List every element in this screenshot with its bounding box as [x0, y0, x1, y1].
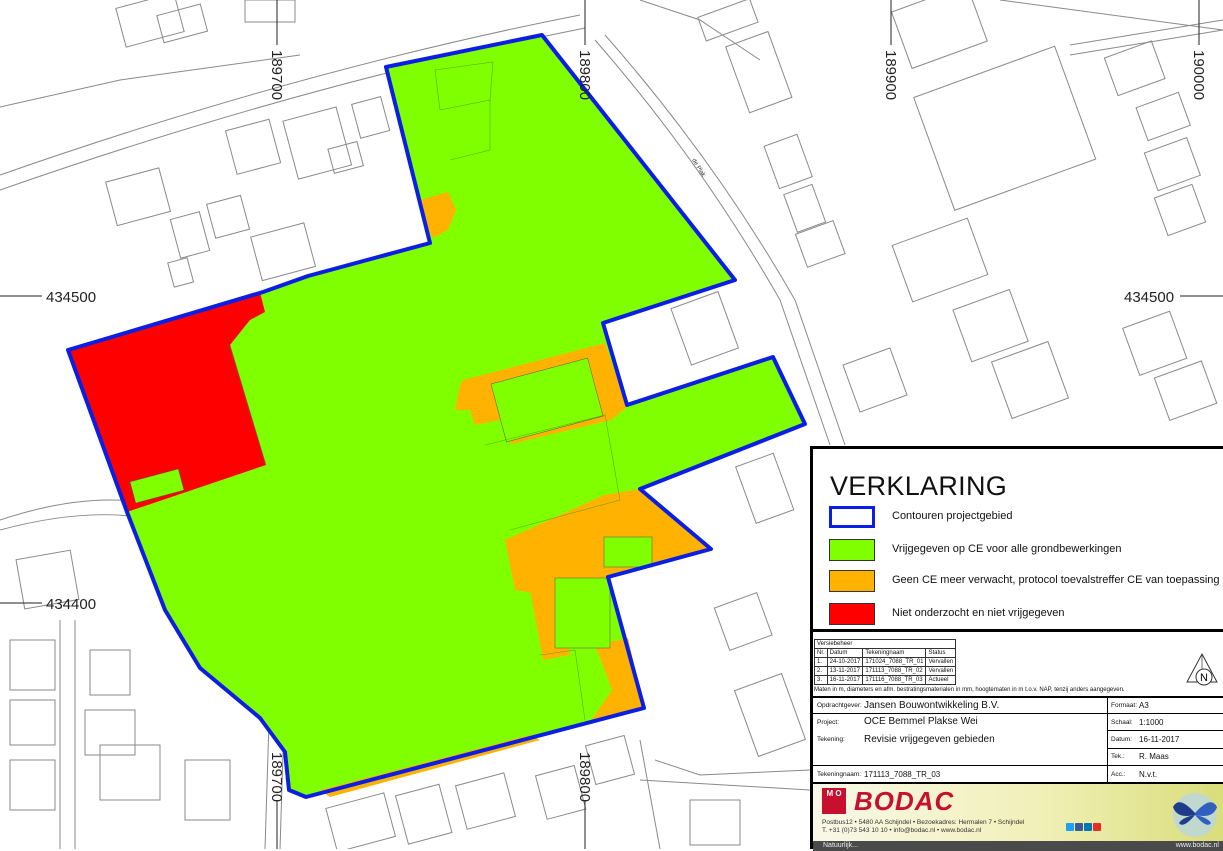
grid-label-x-189900-top: 189900: [882, 50, 899, 100]
version-cell: 171116_7088_TR_03: [862, 675, 927, 685]
legend-label: Niet onderzocht en niet vrijgegeven: [892, 607, 1065, 619]
facebook-icon[interactable]: [1075, 823, 1083, 831]
version-row: 1. 24-10-2017 171024_7088_TR_01 Vervalle…: [814, 657, 957, 667]
grid-label-x-189700-bottom: 189700: [268, 752, 285, 802]
version-cell: 3.: [814, 675, 828, 685]
company-banner: M O BODAC Postbus12 • 5480 AA Schijndel …: [813, 782, 1223, 851]
street-label: de Plak: [690, 158, 706, 179]
social-links: [1066, 823, 1102, 833]
bodac-logo-icon: M O: [822, 788, 846, 814]
drawing-info: Opdrachtgever: Jansen Bouwontwikkeling B…: [813, 696, 1223, 784]
version-cell: Vervallen: [925, 666, 957, 676]
grid-label-y-434400-left: 434400: [46, 596, 96, 613]
tek-label: Tek.:: [1111, 753, 1125, 760]
survey-areas: [68, 35, 805, 797]
grid-label-x-189700-top: 189700: [268, 50, 285, 100]
schaal-value: 1:1000: [1139, 718, 1164, 727]
formaat-value: A3: [1139, 701, 1149, 710]
version-cell: Actueel: [925, 675, 957, 685]
legend-swatch-green: [829, 539, 875, 561]
version-cell: 171113_7088_TR_02: [862, 666, 927, 676]
version-col-header: Status: [925, 648, 957, 658]
dimension-note: Maten in m, diameters en afm. bestrating…: [814, 687, 1125, 693]
version-cell: 16-11-2017: [826, 675, 864, 685]
grid-label-y-434500-right: 434500: [1124, 289, 1174, 306]
acc-label: Acc.:: [1111, 771, 1126, 778]
tekeningnaam-label: Tekeningnaam:: [817, 771, 862, 778]
company-address: Postbus12 • 5480 AA Schijndel • Bezoekad…: [822, 819, 1025, 826]
version-cell: 171024_7088_TR_01: [862, 657, 927, 667]
title-block: Versiebeheer Nr. Datum Tekeningnaam Stat…: [810, 632, 1223, 851]
version-row: 3. 16-11-2017 171116_7088_TR_03 Actueel: [814, 675, 957, 685]
acc-value: N.v.t.: [1139, 770, 1158, 779]
datum-label: Datum:: [1111, 736, 1132, 743]
legend-label: Vrijgegeven op CE voor alle grondbewerki…: [892, 543, 1122, 555]
legend-swatch-boundary: [829, 506, 875, 528]
grid-label-x-190000-top: 190000: [1190, 50, 1207, 100]
version-cell: 13-11-2017: [826, 666, 864, 676]
project-label: Project:: [817, 719, 840, 726]
formaat-label: Formaat:: [1111, 702, 1138, 709]
opdrachtgever-label: Opdrachtgever:: [817, 702, 862, 709]
youtube-icon[interactable]: [1093, 823, 1101, 831]
legend-label: Geen CE meer verwacht, protocol toevalst…: [892, 574, 1220, 586]
legend-swatch-red: [829, 603, 875, 625]
version-table: Versiebeheer Nr. Datum Tekeningnaam Stat…: [813, 639, 957, 685]
opdrachtgever-value: Jansen Bouwontwikkeling B.V.: [864, 700, 1000, 711]
company-website-link[interactable]: www.bodac.nl: [1176, 842, 1219, 849]
version-col-header: Tekeningnaam: [862, 648, 927, 658]
version-cell: 1.: [814, 657, 828, 667]
project-value: OCE Bemmel Plakse Wei: [864, 716, 978, 727]
grid-label-x-189800-bottom: 189800: [576, 752, 593, 802]
datum-value: 16-11-2017: [1139, 735, 1180, 744]
butterfly-icon: [1173, 793, 1217, 837]
legend-label: Contouren projectgebied: [892, 510, 1013, 522]
linkedin-icon[interactable]: [1084, 823, 1092, 831]
twitter-icon[interactable]: [1066, 823, 1074, 831]
version-cell: 2.: [814, 666, 828, 676]
version-col-header: Nr.: [814, 648, 828, 658]
version-col-header: Datum: [826, 648, 864, 658]
legend-title: VERKLARING: [830, 471, 1008, 501]
version-cell: Vervallen: [925, 657, 957, 667]
tek-value: R. Maas: [1139, 752, 1169, 761]
company-name: BODAC: [854, 786, 955, 816]
company-footer-strip: Natuurlijk... www.bodac.nl: [813, 841, 1223, 851]
company-contact: T. +31 (0)73 543 10 10 • info@bodac.nl •…: [822, 827, 982, 834]
version-header-row: Nr. Datum Tekeningnaam Status: [814, 648, 957, 658]
legend-swatch-orange: [829, 570, 875, 592]
version-table-title: Versiebeheer: [813, 639, 957, 649]
north-arrow-icon: N: [1186, 652, 1218, 686]
version-cell: 24-10-2017: [826, 657, 864, 667]
grid-label-y-434500-left: 434500: [46, 289, 96, 306]
version-row: 2. 13-11-2017 171113_7088_TR_02 Vervalle…: [814, 666, 957, 676]
tekening-label: Tekening:: [817, 736, 845, 743]
tekeningnaam-value: 171113_7088_TR_03: [864, 770, 941, 779]
tekening-value: Revisie vrijgegeven gebieden: [864, 734, 995, 745]
north-label: N: [1200, 672, 1208, 684]
schaal-label: Schaal:: [1111, 719, 1133, 726]
company-slogan: Natuurlijk...: [823, 842, 859, 849]
grid-label-x-189800-top: 189800: [576, 50, 593, 100]
legend-panel: VERKLARING Contouren projectgebied Vrijg…: [810, 446, 1223, 632]
